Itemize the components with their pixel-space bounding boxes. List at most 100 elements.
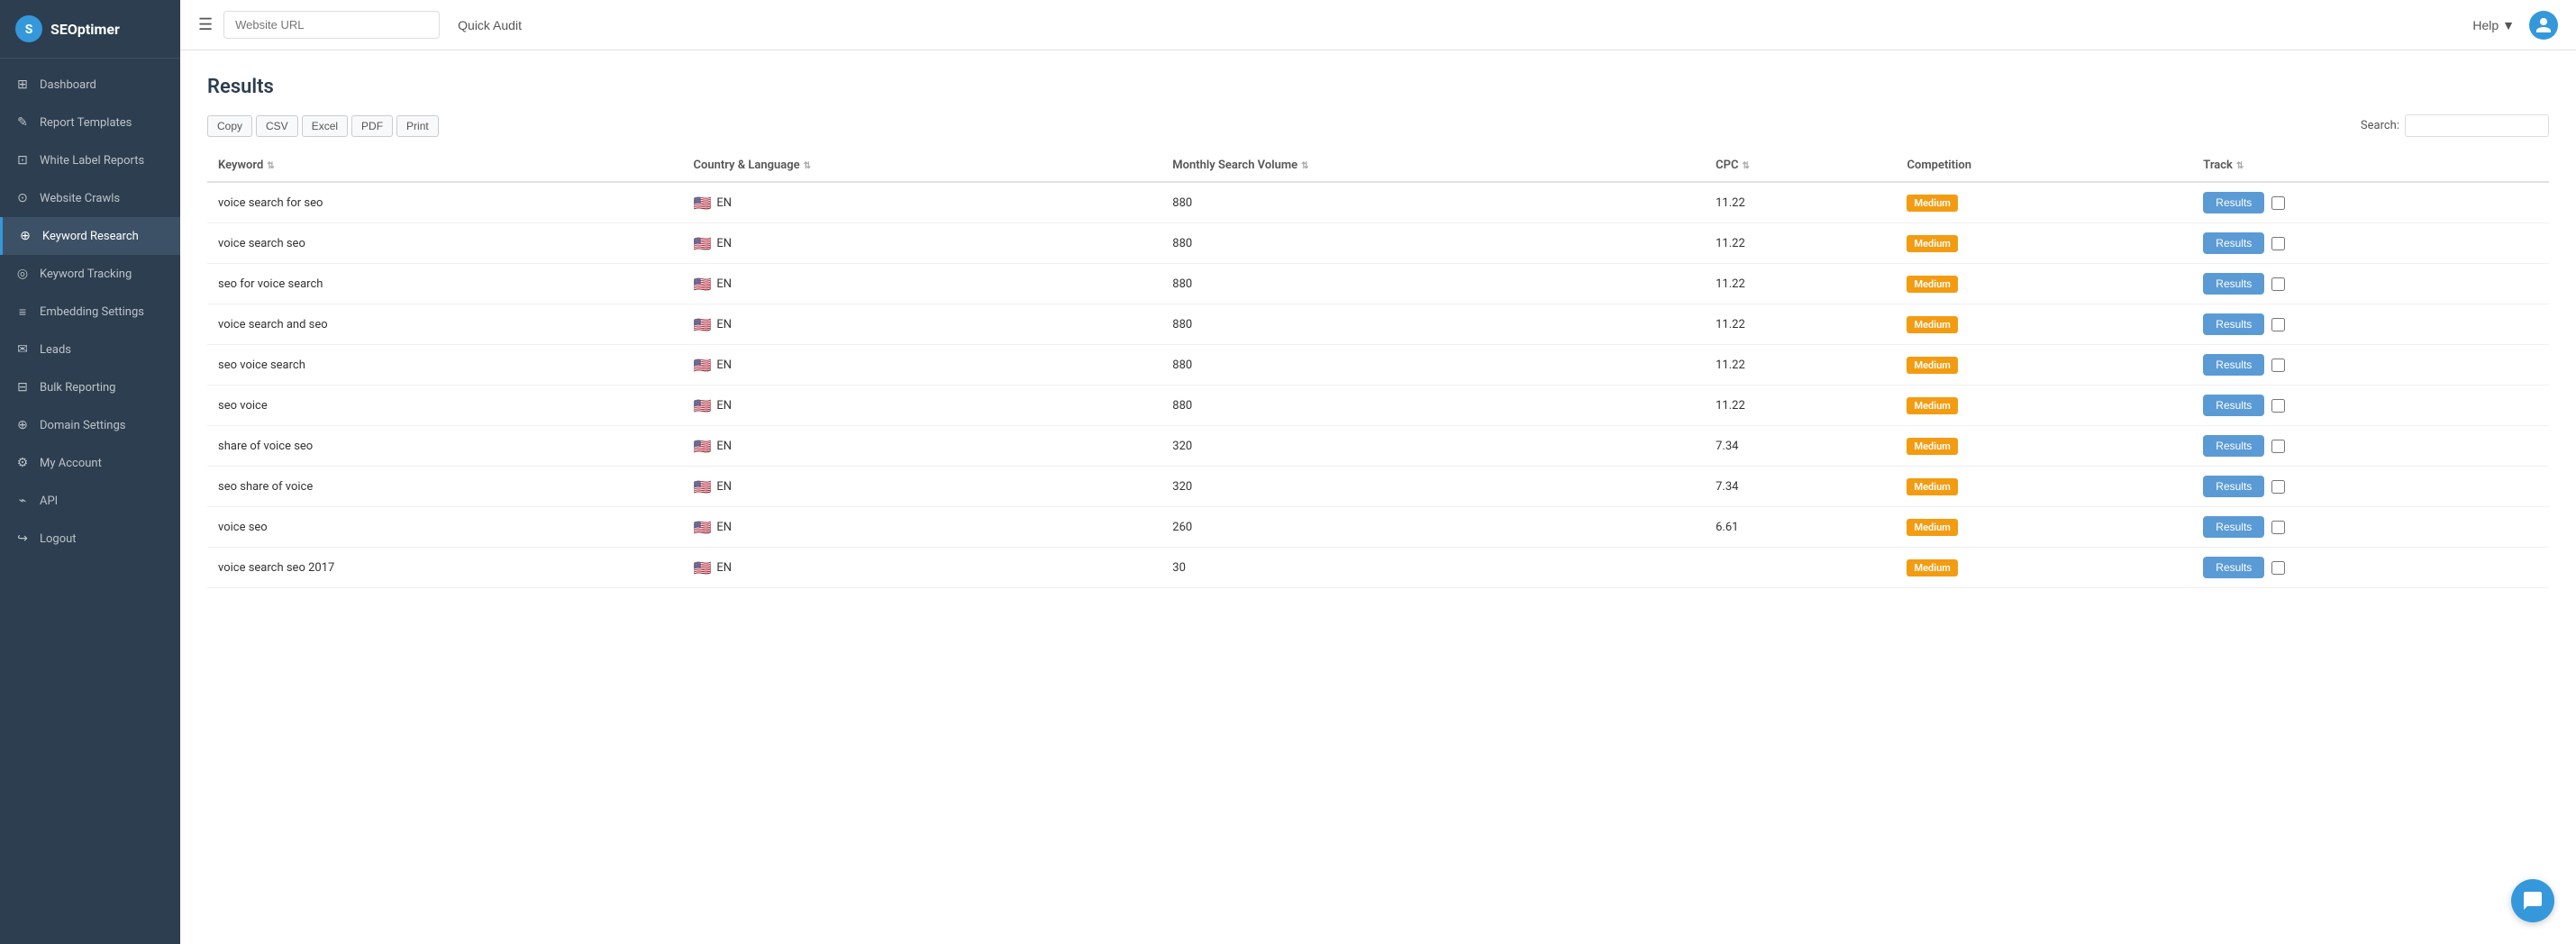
- competition-badge-7: Medium: [1907, 478, 1957, 495]
- main-area: ☰ Quick Audit Help ▼ Results CopyCSVExce…: [180, 0, 2576, 944]
- sidebar-item-my-account[interactable]: ⚙ My Account: [0, 444, 180, 482]
- track-checkbox-3[interactable]: [2271, 318, 2285, 331]
- cell-competition-5: Medium: [1896, 386, 2192, 426]
- cell-keyword-5: seo voice: [207, 386, 682, 426]
- website-url-input[interactable]: [223, 11, 440, 39]
- results-table: Keyword⇅Country & Language⇅Monthly Searc…: [207, 150, 2549, 588]
- results-button-9[interactable]: Results: [2203, 557, 2264, 578]
- cell-volume-9: 30: [1161, 548, 1705, 588]
- chat-icon: [2522, 890, 2544, 912]
- results-button-0[interactable]: Results: [2203, 192, 2264, 213]
- col-header-keyword[interactable]: Keyword⇅: [207, 150, 682, 182]
- flag-icon-6: 🇺🇸: [693, 438, 711, 455]
- sort-icon: ⇅: [2236, 161, 2244, 171]
- sidebar-item-bulk-reporting[interactable]: ⊟ Bulk Reporting: [0, 368, 180, 406]
- cell-cpc-0: 11.22: [1705, 182, 1896, 223]
- sidebar-item-dashboard[interactable]: ⊞ Dashboard: [0, 66, 180, 104]
- results-button-1[interactable]: Results: [2203, 232, 2264, 254]
- cell-track-9: Results: [2192, 548, 2549, 588]
- cell-country-4: 🇺🇸 EN: [682, 345, 1161, 386]
- language-5: EN: [716, 399, 732, 413]
- quick-audit-button[interactable]: Quick Audit: [451, 18, 529, 32]
- track-checkbox-5[interactable]: [2271, 399, 2285, 413]
- cell-cpc-5: 11.22: [1705, 386, 1896, 426]
- competition-badge-4: Medium: [1907, 357, 1957, 374]
- table-row: voice search for seo 🇺🇸 EN 880 11.22 Med…: [207, 182, 2549, 223]
- cell-keyword-2: seo for voice search: [207, 264, 682, 304]
- track-checkbox-4[interactable]: [2271, 359, 2285, 372]
- sidebar-item-report-templates[interactable]: ✎ Report Templates: [0, 104, 180, 141]
- track-checkbox-6[interactable]: [2271, 440, 2285, 453]
- export-csv-button[interactable]: CSV: [256, 115, 298, 137]
- help-label: Help: [2472, 18, 2499, 32]
- track-checkbox-8[interactable]: [2271, 521, 2285, 534]
- results-button-2[interactable]: Results: [2203, 273, 2264, 295]
- sidebar-item-api[interactable]: ⌁ API: [0, 482, 180, 520]
- nav-icon-logout: ↪: [14, 531, 31, 547]
- cell-cpc-1: 11.22: [1705, 223, 1896, 264]
- cell-track-4: Results: [2192, 345, 2549, 386]
- language-9: EN: [716, 561, 732, 575]
- sidebar-item-keyword-research[interactable]: ⊕ Keyword Research: [0, 217, 180, 255]
- user-icon: [2535, 16, 2553, 34]
- col-header-track[interactable]: Track⇅: [2192, 150, 2549, 182]
- export-print-button[interactable]: Print: [396, 115, 439, 137]
- track-checkbox-9[interactable]: [2271, 561, 2285, 575]
- export-excel-button[interactable]: Excel: [302, 115, 348, 137]
- export-pdf-button[interactable]: PDF: [351, 115, 393, 137]
- sidebar-item-label-website-crawls: Website Crawls: [40, 192, 120, 205]
- sidebar-item-label-bulk-reporting: Bulk Reporting: [40, 381, 115, 395]
- table-row: voice seo 🇺🇸 EN 260 6.61 Medium Results: [207, 507, 2549, 548]
- cell-competition-1: Medium: [1896, 223, 2192, 264]
- search-text: Search:: [2361, 119, 2399, 132]
- flag-icon-0: 🇺🇸: [693, 195, 711, 212]
- track-checkbox-2[interactable]: [2271, 277, 2285, 291]
- hamburger-button[interactable]: ☰: [198, 15, 213, 34]
- results-button-5[interactable]: Results: [2203, 395, 2264, 416]
- track-checkbox-0[interactable]: [2271, 196, 2285, 210]
- cell-volume-0: 880: [1161, 182, 1705, 223]
- cell-volume-2: 880: [1161, 264, 1705, 304]
- cell-volume-8: 260: [1161, 507, 1705, 548]
- competition-badge-9: Medium: [1907, 559, 1957, 576]
- flag-icon-2: 🇺🇸: [693, 276, 711, 293]
- chat-bubble-button[interactable]: [2511, 879, 2554, 922]
- flag-icon-3: 🇺🇸: [693, 316, 711, 333]
- results-button-4[interactable]: Results: [2203, 354, 2264, 376]
- seoptimer-logo-icon: S: [14, 14, 43, 43]
- table-search-input[interactable]: [2405, 114, 2549, 137]
- results-button-3[interactable]: Results: [2203, 313, 2264, 335]
- user-avatar[interactable]: [2529, 11, 2558, 40]
- results-button-6[interactable]: Results: [2203, 435, 2264, 457]
- cell-volume-3: 880: [1161, 304, 1705, 345]
- results-button-8[interactable]: Results: [2203, 516, 2264, 538]
- sidebar-item-white-label-reports[interactable]: ⊡ White Label Reports: [0, 141, 180, 179]
- cell-volume-4: 880: [1161, 345, 1705, 386]
- sidebar-item-domain-settings[interactable]: ⊕ Domain Settings: [0, 406, 180, 444]
- col-header-country_language[interactable]: Country & Language⇅: [682, 150, 1161, 182]
- help-button[interactable]: Help ▼: [2472, 18, 2515, 32]
- sidebar-item-embedding-settings[interactable]: ≡ Embedding Settings: [0, 293, 180, 331]
- sidebar-item-website-crawls[interactable]: ⊙ Website Crawls: [0, 179, 180, 217]
- sidebar-item-label-keyword-tracking: Keyword Tracking: [40, 268, 132, 281]
- sidebar-item-label-domain-settings: Domain Settings: [40, 419, 125, 432]
- sidebar-item-leads[interactable]: ✉ Leads: [0, 331, 180, 368]
- sidebar-item-keyword-tracking[interactable]: ◎ Keyword Tracking: [0, 255, 180, 293]
- results-button-7[interactable]: Results: [2203, 476, 2264, 497]
- cell-country-9: 🇺🇸 EN: [682, 548, 1161, 588]
- sidebar-item-label-white-label-reports: White Label Reports: [40, 154, 144, 168]
- col-header-monthly_search_volume[interactable]: Monthly Search Volume⇅: [1161, 150, 1705, 182]
- language-8: EN: [716, 521, 732, 534]
- export-copy-button[interactable]: Copy: [207, 115, 252, 137]
- track-checkbox-7[interactable]: [2271, 480, 2285, 494]
- col-header-cpc[interactable]: CPC⇅: [1705, 150, 1896, 182]
- table-row: seo share of voice 🇺🇸 EN 320 7.34 Medium…: [207, 467, 2549, 507]
- cell-keyword-3: voice search and seo: [207, 304, 682, 345]
- track-checkbox-1[interactable]: [2271, 237, 2285, 250]
- sidebar-item-label-embedding-settings: Embedding Settings: [40, 305, 144, 319]
- cell-track-6: Results: [2192, 426, 2549, 467]
- sidebar-item-logout[interactable]: ↪ Logout: [0, 520, 180, 558]
- competition-badge-8: Medium: [1907, 519, 1957, 536]
- help-chevron-icon: ▼: [2502, 18, 2515, 32]
- sidebar: S SEOptimer ⊞ Dashboard ✎ Report Templat…: [0, 0, 180, 944]
